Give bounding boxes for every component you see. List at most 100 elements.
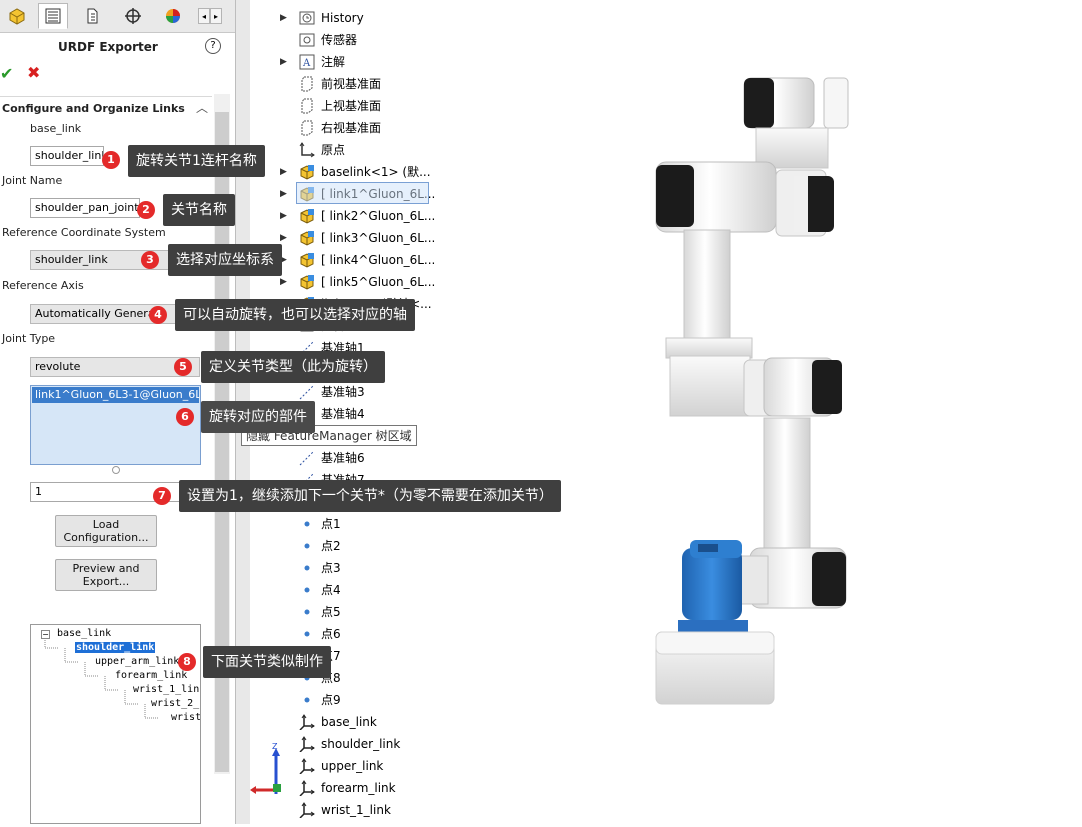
coordinate-system-icon	[299, 802, 315, 819]
tab-scroll-right-icon[interactable]: ▸	[210, 8, 222, 24]
point-icon	[299, 626, 315, 642]
coordinate-system-icon	[299, 736, 315, 753]
coordinate-system-icon	[299, 758, 315, 775]
preview-export-button[interactable]: Preview and Export...	[55, 559, 157, 591]
point-icon	[299, 538, 315, 554]
coordinate-triad-icon: Z	[250, 742, 281, 794]
manager-tab-bar: ◂ ▸	[0, 0, 235, 33]
link-name-field[interactable]: shoulder_link	[30, 146, 104, 166]
section-divider	[0, 96, 212, 97]
joint-name-label: Joint Name	[2, 174, 63, 187]
feature-tree-label: 传感器	[321, 33, 358, 47]
feature-tree-label: 前视基准面	[321, 77, 382, 91]
feature-tree-label: [ link2^Gluon_6L...	[321, 209, 436, 223]
joint-type-label: Joint Type	[2, 332, 56, 345]
callout-label: 设置为1，继续添加下一个关节*（为零不需要在添加关节）	[179, 480, 561, 512]
feature-tree-label: forearm_link	[321, 781, 396, 795]
feature-tree-label: 点3	[321, 561, 341, 575]
reference-coordinate-label: Reference Coordinate System	[2, 226, 166, 239]
point-icon	[299, 560, 315, 576]
expand-arrow-icon[interactable]: ▶	[280, 183, 290, 205]
expand-arrow-icon[interactable]: ▶	[280, 51, 290, 73]
point-icon	[299, 692, 315, 708]
feature-tree-label: 原点	[321, 143, 346, 157]
cancel-x-icon[interactable]: ✖	[27, 63, 40, 82]
point-icon	[299, 582, 315, 598]
plane-icon	[299, 120, 315, 136]
display-manager-icon[interactable]	[158, 3, 188, 29]
robot-arm-model[interactable]	[494, 0, 1082, 824]
tree-node[interactable]: wrist	[171, 712, 200, 723]
configuration-manager-icon[interactable]	[78, 3, 108, 29]
feature-tree-label: 上视基准面	[321, 99, 382, 113]
plane-icon	[299, 98, 315, 114]
triad-z-label: Z	[272, 742, 278, 751]
feature-tree-label: 点6	[321, 627, 341, 641]
feature-tree-label: wrist_1_link	[321, 803, 391, 817]
sensor-icon	[299, 32, 315, 48]
load-configuration-button[interactable]: Load Configuration...	[55, 515, 157, 547]
feature-tree-label: shoulder_link	[321, 737, 401, 751]
property-manager-icon[interactable]	[38, 3, 68, 29]
coordinate-system-icon	[299, 780, 315, 797]
feature-tree-label: History	[321, 11, 364, 25]
part-icon	[299, 230, 315, 246]
tree-selection-highlight	[296, 182, 429, 204]
tree-node-selected[interactable]: shoulder_link	[75, 642, 156, 653]
feature-tree-label: [ link5^Gluon_6L...	[321, 275, 436, 289]
joint-name-field[interactable]: shoulder_pan_joint	[30, 198, 140, 218]
part-icon	[299, 164, 315, 180]
part-icon	[299, 274, 315, 290]
help-icon[interactable]: ?	[205, 38, 221, 54]
feature-tree-label: upper_link	[321, 759, 384, 773]
callout-badge: 8	[178, 653, 196, 671]
feature-tree-label: 点4	[321, 583, 341, 597]
point-icon	[299, 516, 315, 532]
dimxpert-icon[interactable]	[118, 3, 148, 29]
feature-tree-label: 基准轴6	[321, 451, 365, 465]
feature-manager-icon[interactable]	[2, 3, 32, 29]
origin-icon	[299, 142, 315, 158]
callout-badge: 3	[141, 251, 159, 269]
svg-text:A: A	[302, 58, 311, 69]
callout-label: 旋转关节1连杆名称	[128, 145, 265, 177]
callout-badge: 6	[176, 408, 194, 426]
callout-badge: 2	[137, 201, 155, 219]
collapse-chevron-icon[interactable]: ︿	[196, 99, 208, 116]
resize-grip-icon[interactable]	[112, 466, 120, 474]
feature-tree-label: 右视基准面	[321, 121, 382, 135]
feature-tree-label: base_link	[321, 715, 377, 729]
graphics-viewport[interactable]	[494, 0, 1082, 824]
ok-checkmark-icon[interactable]: ✔	[0, 64, 13, 83]
tree-node[interactable]: base_link	[57, 628, 111, 639]
tree-node[interactable]: upper_arm_link	[95, 656, 179, 667]
annotation-icon: A	[299, 54, 315, 70]
history-icon	[299, 10, 315, 26]
expand-arrow-icon[interactable]: ▶	[280, 205, 290, 227]
expand-arrow-icon[interactable]: ▶	[280, 161, 290, 183]
selected-component-item[interactable]: link1^Gluon_6L3-1@Gluon_6L3	[32, 387, 199, 403]
tab-scroll-left-icon[interactable]: ◂	[198, 8, 210, 24]
tree-collapse-icon[interactable]: −	[41, 630, 50, 639]
link-name-label: base_link	[30, 122, 82, 135]
section-title: Configure and Organize Links	[2, 102, 185, 115]
link-tree-box: − base_link shoulder_link upper_arm_link…	[30, 624, 201, 824]
callout-badge: 4	[149, 306, 167, 324]
tree-node[interactable]: forearm_link	[115, 670, 187, 681]
selected-components-list[interactable]: link1^Gluon_6L3-1@Gluon_6L3	[30, 385, 201, 465]
tree-node[interactable]: wrist_2_	[151, 698, 199, 709]
callout-label: 旋转对应的部件	[201, 401, 315, 433]
tree-node[interactable]: wrist_1_lin	[133, 684, 199, 695]
expand-arrow-icon[interactable]: ▶	[280, 7, 290, 29]
feature-tree-label: [ link3^Gluon_6L...	[321, 231, 436, 245]
axis-icon	[299, 384, 315, 400]
axis-icon	[299, 450, 315, 466]
feature-tree-label: 注解	[321, 55, 346, 69]
callout-label: 可以自动旋转，也可以选择对应的轴	[175, 299, 415, 331]
feature-tree-label: 基准轴3	[321, 385, 365, 399]
callout-label: 关节名称	[163, 194, 235, 226]
feature-tree-label: baselink<1> (默...	[321, 165, 431, 179]
plane-icon	[299, 76, 315, 92]
feature-tree-label: 点2	[321, 539, 341, 553]
reference-axis-label: Reference Axis	[2, 279, 84, 292]
